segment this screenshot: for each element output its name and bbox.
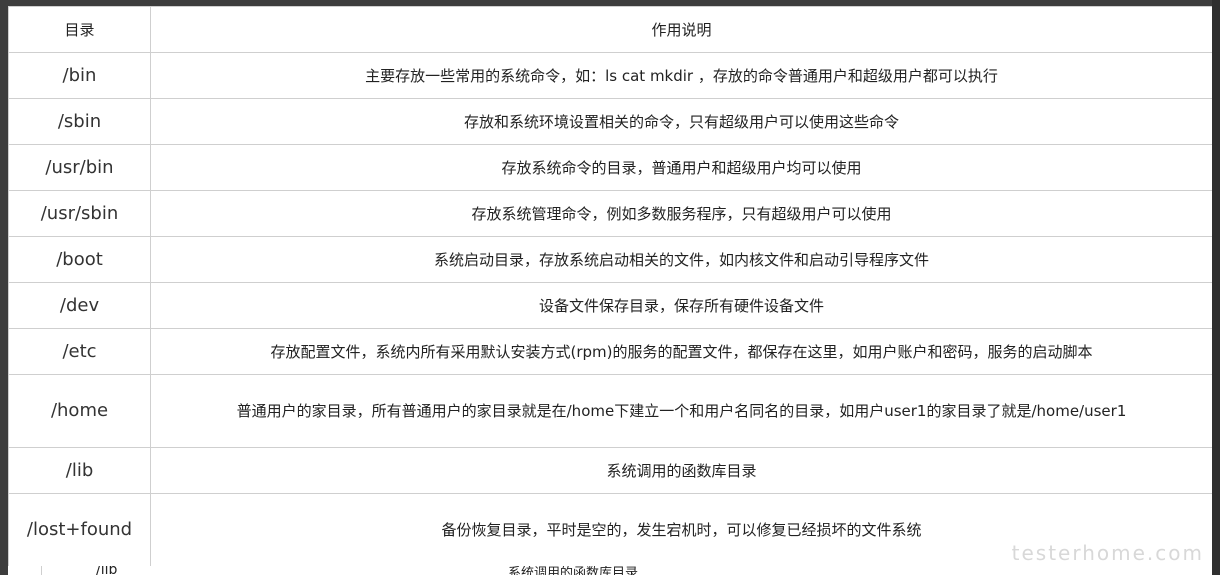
table-row: /usr/bin 存放系统命令的目录，普通用户和超级用户均可以使用 (8, 144, 1212, 191)
dir-cell: /sbin (8, 98, 151, 145)
table-row: /usr/sbin 存放系统管理命令，例如多数服务程序，只有超级用户可以使用 (8, 190, 1212, 237)
dir-cell: /boot (8, 236, 151, 283)
table-row: /home 普通用户的家目录，所有普通用户的家目录就是在/home下建立一个和用… (8, 374, 1212, 448)
cut-dir-text: /lib (96, 566, 118, 575)
dir-cell: /lost+found (8, 493, 151, 567)
dir-cell: /etc (8, 328, 151, 375)
window-edge (1212, 0, 1220, 575)
screen-frame: 目录 作用说明 /bin 主要存放一些常用的系统命令，如：ls cat mkdi… (0, 0, 1220, 575)
directory-table: 目录 作用说明 /bin 主要存放一些常用的系统命令，如：ls cat mkdi… (8, 6, 1212, 567)
desc-cell: 系统启动目录，存放系统启动相关的文件，如内核文件和启动引导程序文件 (150, 236, 1212, 283)
desc-cell: 存放系统管理命令，例如多数服务程序，只有超级用户可以使用 (150, 190, 1212, 237)
table-divider (41, 566, 42, 575)
document-sheet: 目录 作用说明 /bin 主要存放一些常用的系统命令，如：ls cat mkdi… (8, 6, 1212, 568)
table-row: /boot 系统启动目录，存放系统启动相关的文件，如内核文件和启动引导程序文件 (8, 236, 1212, 283)
desc-cell: 存放配置文件，系统内所有采用默认安装方式(rpm)的服务的配置文件，都保存在这里… (150, 328, 1212, 375)
table-row: /bin 主要存放一些常用的系统命令，如：ls cat mkdir ，存放的命令… (8, 52, 1212, 99)
cut-off-row: /lib 系统调用的函数库目录 (8, 566, 1212, 575)
dir-cell: /usr/sbin (8, 190, 151, 237)
dir-cell: /home (8, 374, 151, 448)
dir-cell: /lib (8, 447, 151, 494)
table-row: /etc 存放配置文件，系统内所有采用默认安装方式(rpm)的服务的配置文件，都… (8, 328, 1212, 375)
desc-cell: 普通用户的家目录，所有普通用户的家目录就是在/home下建立一个和用户名同名的目… (150, 374, 1212, 448)
header-dir-cell: 目录 (8, 6, 151, 53)
watermark-text: testerhome.com (1011, 541, 1204, 565)
table-row: /sbin 存放和系统环境设置相关的命令，只有超级用户可以使用这些命令 (8, 98, 1212, 145)
desc-cell: 系统调用的函数库目录 (150, 447, 1212, 494)
table-row: /dev 设备文件保存目录，保存所有硬件设备文件 (8, 282, 1212, 329)
cut-desc-text: 系统调用的函数库目录 (508, 566, 639, 575)
desc-cell: 存放和系统环境设置相关的命令，只有超级用户可以使用这些命令 (150, 98, 1212, 145)
table-header-row: 目录 作用说明 (8, 6, 1212, 53)
header-desc-cell: 作用说明 (150, 6, 1212, 53)
desc-cell: 设备文件保存目录，保存所有硬件设备文件 (150, 282, 1212, 329)
desc-cell: 存放系统命令的目录，普通用户和超级用户均可以使用 (150, 144, 1212, 191)
desc-cell: 主要存放一些常用的系统命令，如：ls cat mkdir ，存放的命令普通用户和… (150, 52, 1212, 99)
dir-cell: /bin (8, 52, 151, 99)
table-row: /lib 系统调用的函数库目录 (8, 447, 1212, 494)
dir-cell: /usr/bin (8, 144, 151, 191)
dir-cell: /dev (8, 282, 151, 329)
